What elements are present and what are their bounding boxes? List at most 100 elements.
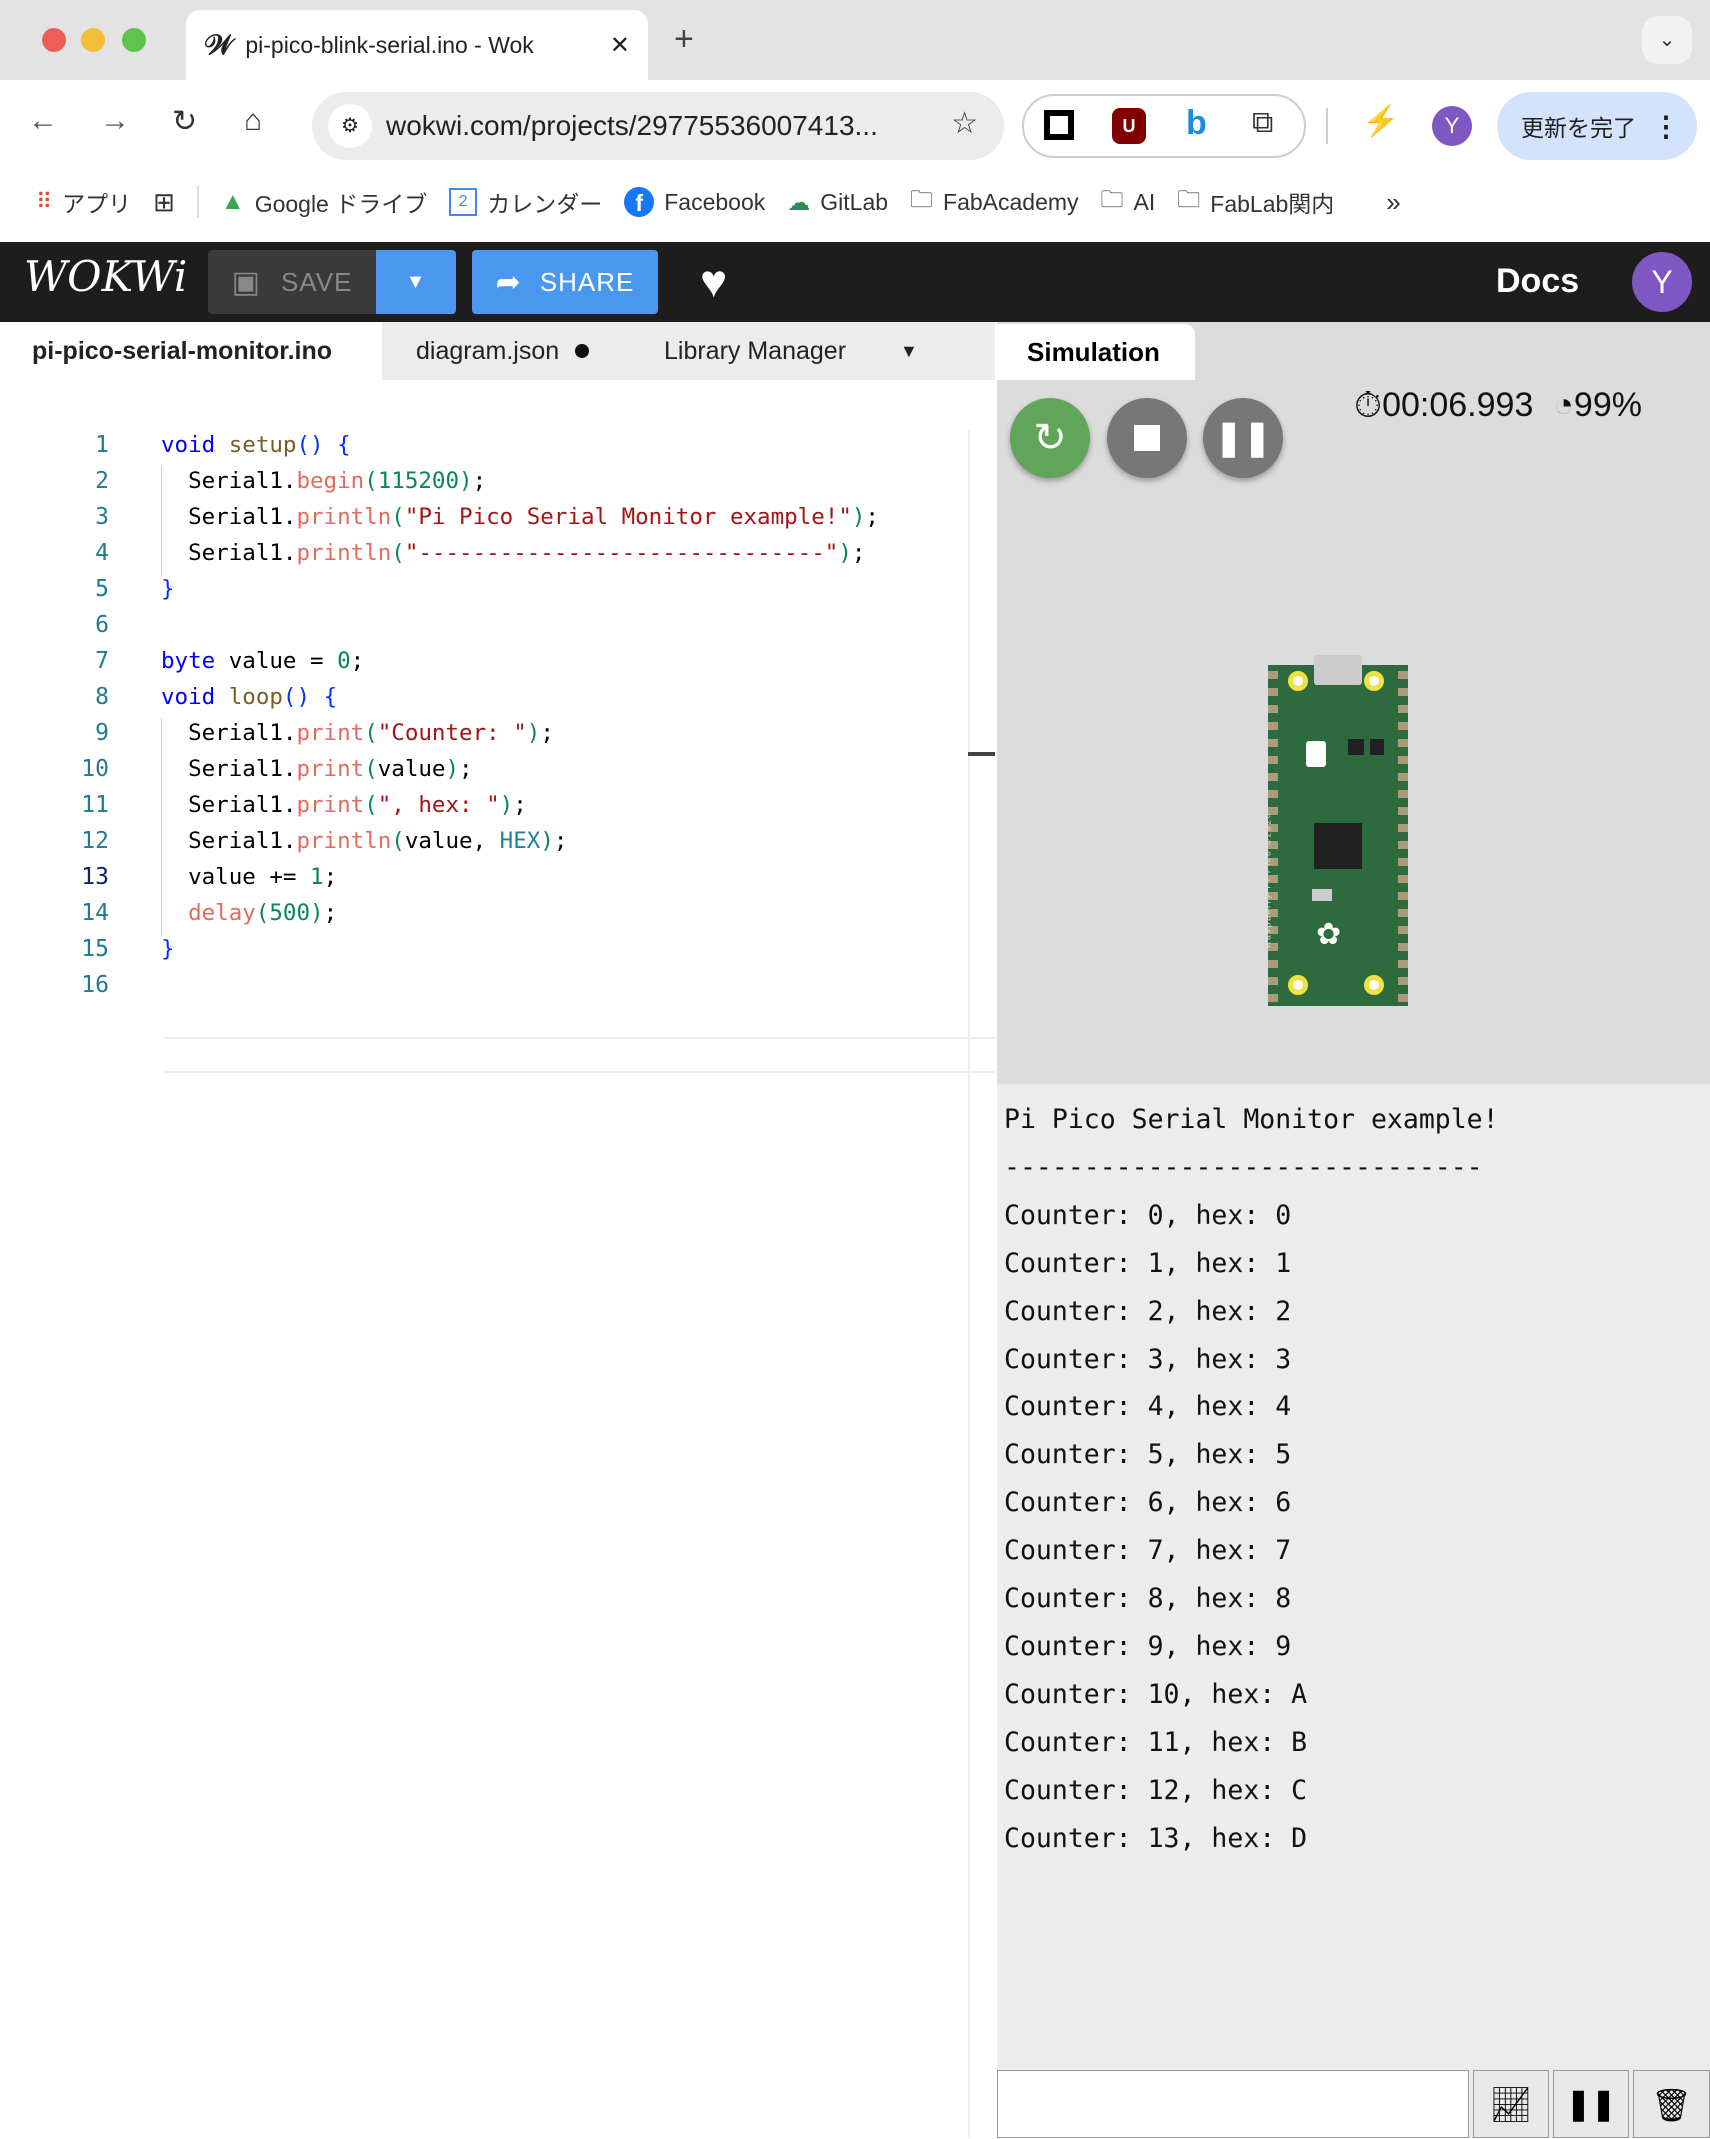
stop-simulation-button[interactable] bbox=[1107, 398, 1187, 478]
reload-icon[interactable]: ↻ bbox=[172, 104, 197, 139]
serial-output-line: Counter: 12, hex: C bbox=[1004, 1774, 1308, 1806]
code-token: Serial1. bbox=[161, 540, 297, 566]
more-bookmarks-icon[interactable]: » bbox=[1386, 187, 1400, 218]
code-token: ; bbox=[323, 864, 338, 890]
bookmarks-divider bbox=[196, 186, 199, 218]
maximize-window-button[interactable] bbox=[122, 28, 146, 52]
restart-simulation-button[interactable]: ↻ bbox=[1010, 398, 1090, 478]
bing-icon[interactable]: b bbox=[1186, 104, 1207, 143]
save-dropdown-button[interactable]: ▼ bbox=[376, 250, 456, 314]
code-line: } bbox=[161, 571, 175, 607]
stop-icon bbox=[1134, 425, 1160, 451]
bookmarks-bar: ⠿ アプリ ⊞ ▲ Google ドライブ 2 カレンダー f Facebook ☁ Gi… bbox=[0, 162, 1710, 242]
code-token: 115200 bbox=[377, 468, 460, 494]
folder-icon: 🗀 bbox=[910, 185, 934, 212]
extension-qr-icon[interactable] bbox=[1044, 110, 1074, 140]
serial-output-line: Counter: 4, hex: 4 bbox=[1004, 1391, 1292, 1423]
extensions-puzzle-icon[interactable]: ⧉ bbox=[1252, 106, 1273, 140]
bookmark-apps[interactable]: ⠿ アプリ bbox=[36, 185, 131, 219]
code-line: delay(500); bbox=[161, 895, 337, 931]
toolbar-divider bbox=[1326, 108, 1328, 144]
plotter-button[interactable]: 📈︎ bbox=[1473, 2070, 1549, 2138]
line-number: 16 bbox=[81, 972, 109, 998]
restart-icon: ↻ bbox=[1033, 416, 1067, 460]
code-line: Serial1.begin(115200); bbox=[161, 463, 486, 499]
home-icon[interactable]: ⌂ bbox=[244, 104, 262, 138]
tab-simulation[interactable]: Simulation bbox=[997, 324, 1195, 380]
bookmark-fablab-kannai[interactable]: 🗀 FabLab関内 bbox=[1177, 183, 1334, 222]
docs-link[interactable]: Docs bbox=[1496, 262, 1579, 301]
bookmark-google-drive[interactable]: ▲ Google ドライブ bbox=[221, 185, 427, 219]
tab-search-button[interactable]: ⌄ bbox=[1642, 16, 1692, 64]
update-button[interactable]: 更新を完了 ⋮ bbox=[1497, 92, 1697, 160]
performance-icon[interactable]: ⚡ bbox=[1362, 104, 1399, 139]
user-avatar[interactable]: Y bbox=[1632, 252, 1692, 312]
forward-icon[interactable]: → bbox=[100, 104, 130, 138]
line-number: 6 bbox=[95, 612, 109, 638]
update-label: 更新を完了 bbox=[1521, 115, 1636, 141]
close-tab-icon[interactable]: ✕ bbox=[610, 31, 630, 60]
component bbox=[1312, 889, 1332, 901]
code-token: ) bbox=[310, 900, 324, 926]
wokwi-logo[interactable]: WOKWi bbox=[24, 252, 187, 301]
code-token: println bbox=[296, 504, 392, 530]
serial-output-line: Counter: 0, hex: 0 bbox=[1004, 1199, 1292, 1231]
tabs-dropdown-icon[interactable]: ▼ bbox=[900, 322, 918, 380]
calendar-icon: 2 bbox=[449, 188, 478, 216]
usb-port bbox=[1314, 655, 1362, 685]
code-token: ( bbox=[364, 468, 378, 494]
code-token: ) bbox=[445, 756, 460, 782]
clear-serial-button[interactable]: 🗑︎ bbox=[1633, 2070, 1710, 2138]
serial-input[interactable] bbox=[997, 2070, 1469, 2138]
line-number: 3 bbox=[95, 504, 109, 530]
share-arrow-icon: ➦ bbox=[495, 265, 522, 299]
code-token: Serial1. bbox=[161, 720, 297, 746]
code-editor[interactable] bbox=[0, 380, 995, 2138]
save-button[interactable]: ▣ SAVE bbox=[208, 250, 376, 314]
line-number: 7 bbox=[95, 648, 109, 674]
bootsel-button[interactable] bbox=[1306, 741, 1326, 767]
bookmark-ai[interactable]: 🗀 AI bbox=[1101, 183, 1156, 222]
line-number: 9 bbox=[95, 720, 109, 746]
code-token: value = bbox=[215, 648, 338, 674]
browser-tab[interactable]: 𝒲 pi-pico-blink-serial.ino - Wok ✕ bbox=[186, 10, 648, 80]
code-token: value += bbox=[161, 864, 311, 890]
back-icon[interactable]: ← bbox=[28, 104, 58, 138]
code-line: Serial1.print(value); bbox=[161, 751, 473, 787]
code-token: () bbox=[282, 684, 311, 710]
profile-avatar[interactable]: Y bbox=[1432, 106, 1472, 146]
share-button[interactable]: ➦ SHARE bbox=[472, 250, 658, 314]
raspberry-pi-pico-board[interactable]: ✿ Raspberry Pi Pico ©2020 bbox=[1263, 655, 1408, 1006]
facebook-icon: f bbox=[624, 187, 655, 217]
serial-output-line: Counter: 3, hex: 3 bbox=[1004, 1343, 1292, 1375]
bookmark-star-icon[interactable]: ☆ bbox=[951, 106, 978, 141]
trash-icon: 🗑︎ bbox=[1651, 2087, 1692, 2123]
tab-groups-icon[interactable]: ⊞ bbox=[153, 187, 175, 218]
minimize-window-button[interactable] bbox=[81, 28, 105, 52]
tab-main-ino[interactable]: pi-pico-serial-monitor.ino bbox=[0, 322, 382, 380]
bookmark-gitlab[interactable]: ☁ GitLab bbox=[787, 189, 888, 216]
close-window-button[interactable] bbox=[42, 28, 66, 52]
bookmark-facebook[interactable]: f Facebook bbox=[624, 187, 765, 217]
editor-scrollbar-track[interactable] bbox=[968, 430, 970, 2138]
site-info-icon[interactable]: ⚙ bbox=[328, 104, 372, 148]
code-token: { bbox=[323, 684, 338, 710]
tab-diagram-json[interactable]: diagram.json bbox=[416, 322, 590, 380]
tab-library-manager[interactable]: Library Manager bbox=[664, 322, 846, 380]
bookmark-calendar[interactable]: 2 カレンダー bbox=[449, 185, 602, 219]
bookmark-fabacademy[interactable]: 🗀 FabAcademy bbox=[910, 183, 1079, 222]
like-heart-icon[interactable]: ♥ bbox=[700, 254, 727, 308]
code-token: ) bbox=[838, 540, 852, 566]
ublock-icon[interactable]: U bbox=[1112, 108, 1146, 144]
speedometer-icon: ◔ bbox=[1553, 386, 1574, 424]
address-bar[interactable]: ⚙ wokwi.com/projects/29775536007413... ☆ bbox=[312, 92, 1004, 160]
more-menu-icon[interactable]: ⋮ bbox=[1652, 110, 1680, 143]
new-tab-button[interactable]: + bbox=[674, 20, 694, 59]
code-token: ( bbox=[391, 540, 405, 566]
pause-serial-button[interactable]: ❚❚ bbox=[1553, 2070, 1629, 2138]
code-token: ; bbox=[323, 900, 338, 926]
pause-simulation-button[interactable]: ❚❚ bbox=[1203, 398, 1283, 478]
